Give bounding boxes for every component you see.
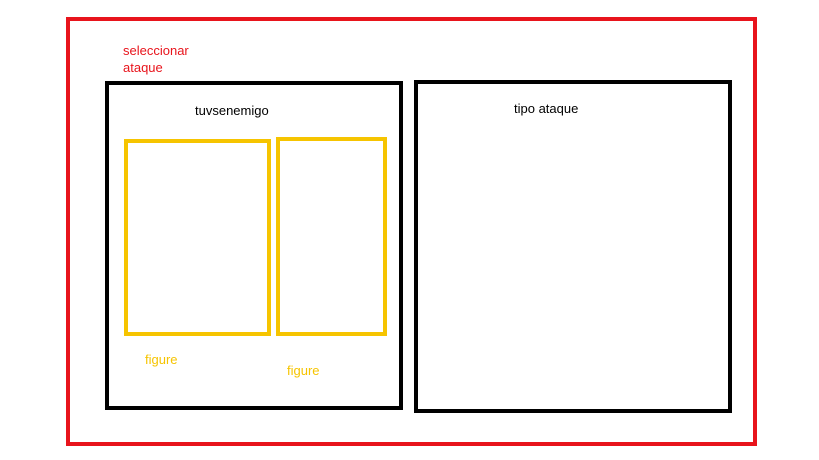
attack-type-panel xyxy=(414,80,732,413)
attack-type-label: tipo ataque xyxy=(514,101,579,116)
section-title: seleccionar ataque xyxy=(123,43,189,75)
figure-box-1 xyxy=(124,139,271,336)
figure-box-2 xyxy=(276,137,387,336)
figure-label-1: figure xyxy=(145,352,178,367)
figure-label-2: figure xyxy=(287,363,320,378)
enemy-panel-label: tuvsenemigo xyxy=(195,103,269,118)
